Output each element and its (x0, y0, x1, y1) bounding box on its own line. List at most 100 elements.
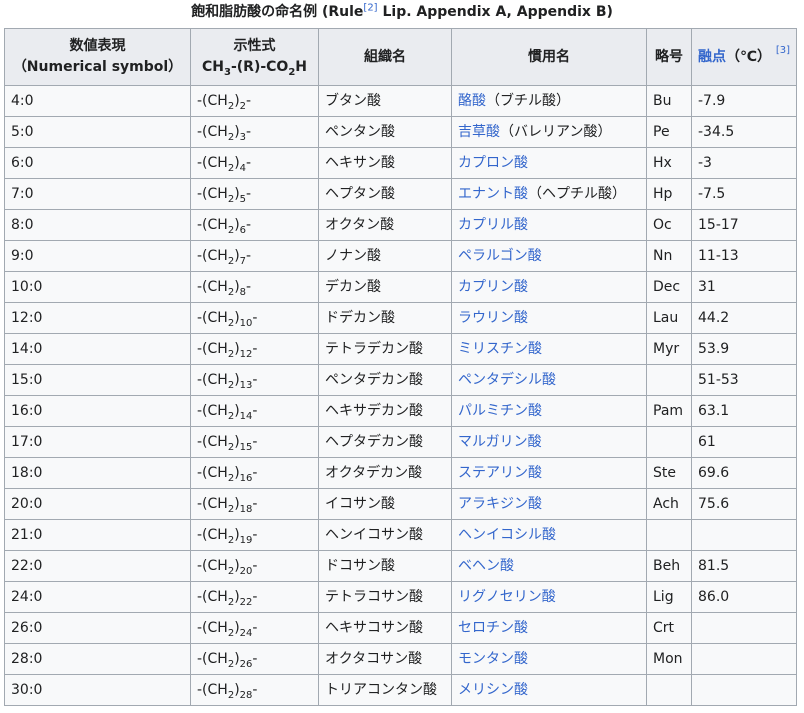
melting-point-link[interactable]: 融点 (698, 49, 726, 65)
common-name-link[interactable]: ミリスチン酸 (458, 341, 542, 357)
common-name-link[interactable]: リグノセリン酸 (458, 589, 556, 605)
table-row: 8:0 -(CH2)6- オクタン酸 カプリル酸 Oc 15-17 (4, 209, 797, 241)
cell-abbreviation: Ach (646, 488, 692, 520)
common-name-extra: （ブチル酸） (486, 93, 570, 109)
table-row: 6:0 -(CH2)4- ヘキサン酸 カプロン酸 Hx -3 (4, 147, 797, 179)
cell-systematic-name: ヘキサデカン酸 (318, 395, 452, 427)
melting-point-ref[interactable]: [3] (776, 45, 790, 56)
cell-abbreviation (646, 364, 692, 396)
cell-melting-point: 61 (691, 426, 797, 458)
header-formula-label: 示性式 (233, 38, 276, 54)
cell-common-name: カプリル酸 (451, 209, 647, 241)
formula-n: 20 (239, 566, 253, 577)
formula-suffix: - (246, 186, 252, 202)
common-name-link[interactable]: メリシン酸 (458, 682, 528, 698)
header-formula-part2: -(R)-CO (230, 59, 289, 75)
table-row: 12:0 -(CH2)10- ドデカン酸 ラウリン酸 Lau 44.2 (4, 302, 797, 334)
common-name-link[interactable]: ペラルゴン酸 (458, 248, 542, 264)
formula-suffix: - (252, 682, 258, 698)
cell-systematic-name: オクタン酸 (318, 209, 452, 241)
cell-melting-point: 75.6 (691, 488, 797, 520)
formula-prefix: -(CH (197, 372, 228, 388)
cell-numerical: 6:0 (4, 147, 191, 179)
cell-formula: -(CH2)26- (190, 643, 319, 675)
cell-formula: -(CH2)2- (190, 85, 319, 117)
common-name-link[interactable]: ペンタデシル酸 (458, 372, 556, 388)
table-row: 28:0 -(CH2)26- オクタコサン酸 モンタン酸 Mon (4, 643, 797, 675)
cell-systematic-name: オクタデカン酸 (318, 457, 452, 489)
cell-formula: -(CH2)14- (190, 395, 319, 427)
cell-formula: -(CH2)10- (190, 302, 319, 334)
common-name-link[interactable]: セロチン酸 (458, 620, 528, 636)
cell-systematic-name: ヘプタン酸 (318, 178, 452, 210)
cell-abbreviation: Hx (646, 147, 692, 179)
caption-ref-link[interactable]: [2] (363, 2, 377, 13)
cell-abbreviation: Nn (646, 240, 692, 272)
cell-common-name: ベヘン酸 (451, 550, 647, 582)
common-name-link[interactable]: ベヘン酸 (458, 558, 514, 574)
cell-numerical: 4:0 (4, 85, 191, 117)
common-name-link[interactable]: マルガリン酸 (458, 434, 542, 450)
cell-formula: -(CH2)12- (190, 333, 319, 365)
common-name-link[interactable]: 吉草酸 (458, 124, 500, 140)
header-numerical-line2: （Numerical symbol） (12, 59, 183, 75)
common-name-link[interactable]: ヘンイコシル酸 (458, 527, 556, 543)
cell-melting-point: 86.0 (691, 581, 797, 613)
cell-systematic-name: イコサン酸 (318, 488, 452, 520)
table-row: 22:0 -(CH2)20- ドコサン酸 ベヘン酸 Beh 81.5 (4, 550, 797, 582)
formula-suffix: - (252, 558, 258, 574)
common-name-link[interactable]: アラキジン酸 (458, 496, 542, 512)
formula-suffix: - (252, 403, 258, 419)
cell-systematic-name: ヘキサン酸 (318, 147, 452, 179)
header-melting-point: 融点（℃） [3] (691, 28, 797, 86)
table-wrapper: 飽和脂肪酸の命名例 (Rule[2] Lip. Appendix A, Appe… (0, 0, 804, 706)
formula-prefix: -(CH (197, 310, 228, 326)
cell-systematic-name: ヘンイコサン酸 (318, 519, 452, 551)
cell-abbreviation (646, 426, 692, 458)
common-name-link[interactable]: カプロン酸 (458, 155, 528, 171)
cell-numerical: 5:0 (4, 116, 191, 148)
formula-prefix: -(CH (197, 155, 228, 171)
cell-melting-point (691, 612, 797, 644)
formula-prefix: -(CH (197, 248, 228, 264)
cell-abbreviation: Oc (646, 209, 692, 241)
formula-prefix: -(CH (197, 217, 228, 233)
common-name-link[interactable]: モンタン酸 (458, 651, 528, 667)
table-row: 20:0 -(CH2)18- イコサン酸 アラキジン酸 Ach 75.6 (4, 488, 797, 520)
formula-prefix: -(CH (197, 558, 228, 574)
cell-abbreviation: Lig (646, 581, 692, 613)
cell-systematic-name: ノナン酸 (318, 240, 452, 272)
cell-common-name: ステアリン酸 (451, 457, 647, 489)
cell-abbreviation: Dec (646, 271, 692, 303)
formula-suffix: - (252, 651, 258, 667)
common-name-link[interactable]: ラウリン酸 (458, 310, 528, 326)
cell-numerical: 21:0 (4, 519, 191, 551)
cell-formula: -(CH2)7- (190, 240, 319, 272)
cell-common-name: ラウリン酸 (451, 302, 647, 334)
cell-melting-point: 69.6 (691, 457, 797, 489)
common-name-link[interactable]: パルミチン酸 (458, 403, 542, 419)
table-caption: 飽和脂肪酸の命名例 (Rule[2] Lip. Appendix A, Appe… (0, 0, 804, 28)
table-row: 15:0 -(CH2)13- ペンタデカン酸 ペンタデシル酸 51-53 (4, 364, 797, 396)
common-name-link[interactable]: エナント酸 (458, 186, 528, 202)
cell-numerical: 28:0 (4, 643, 191, 675)
melting-point-ref-link[interactable]: [3] (776, 45, 790, 56)
cell-melting-point: 63.1 (691, 395, 797, 427)
table-row: 24:0 -(CH2)22- テトラコサン酸 リグノセリン酸 Lig 86.0 (4, 581, 797, 613)
cell-abbreviation: Pam (646, 395, 692, 427)
common-name-link[interactable]: ステアリン酸 (458, 465, 542, 481)
cell-melting-point: 11-13 (691, 240, 797, 272)
cell-formula: -(CH2)4- (190, 147, 319, 179)
cell-abbreviation: Mon (646, 643, 692, 675)
common-name-link[interactable]: カプリル酸 (458, 217, 528, 233)
header-formula: 示性式 CH3-(R)-CO2H (190, 28, 319, 86)
cell-numerical: 16:0 (4, 395, 191, 427)
common-name-link[interactable]: カプリン酸 (458, 279, 528, 295)
cell-systematic-name: ヘプタデカン酸 (318, 426, 452, 458)
caption-ref[interactable]: [2] (363, 2, 377, 13)
common-name-link[interactable]: 酪酸 (458, 93, 486, 109)
formula-prefix: -(CH (197, 279, 228, 295)
cell-systematic-name: デカン酸 (318, 271, 452, 303)
formula-suffix: - (252, 496, 258, 512)
formula-n: 22 (239, 597, 253, 608)
